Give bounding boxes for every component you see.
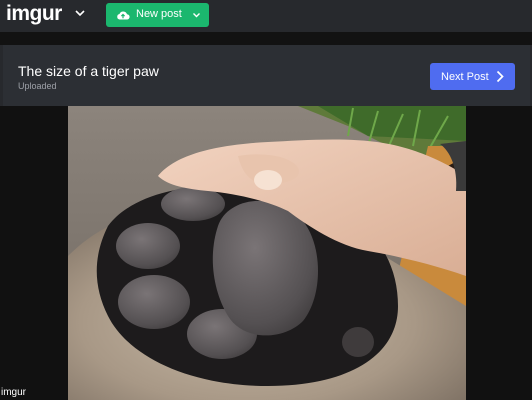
cloud-upload-icon bbox=[117, 11, 130, 20]
new-post-button[interactable]: New post bbox=[106, 3, 209, 27]
chevron-down-icon[interactable] bbox=[74, 9, 86, 19]
next-post-button[interactable]: Next Post bbox=[430, 63, 515, 90]
tiger-paw-photo[interactable] bbox=[68, 106, 466, 400]
chevron-right-icon bbox=[496, 70, 504, 83]
post-title: The size of a tiger paw bbox=[18, 63, 159, 79]
post-status: Uploaded bbox=[18, 81, 57, 91]
chevron-down-icon bbox=[193, 13, 200, 18]
new-post-label: New post bbox=[136, 8, 182, 20]
next-post-label: Next Post bbox=[441, 71, 489, 83]
imgur-watermark: imgur bbox=[1, 387, 27, 398]
divider-strip bbox=[0, 32, 532, 45]
imgur-logo[interactable]: imgur bbox=[6, 2, 62, 26]
